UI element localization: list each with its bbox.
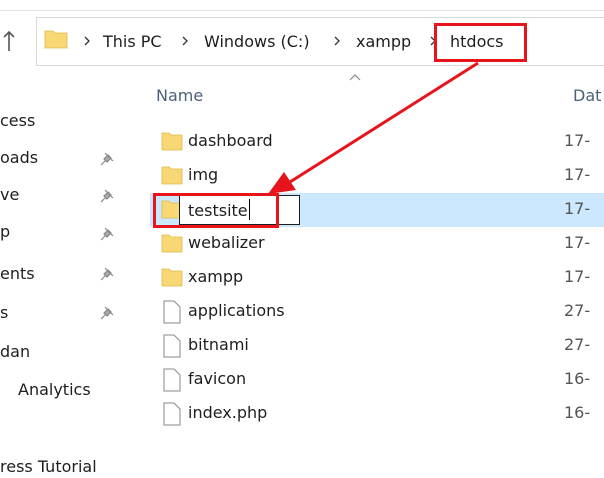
sidebar-item-tutorial[interactable]: ress Tutorial — [0, 457, 97, 478]
chevron-right-icon — [334, 36, 340, 46]
sidebar-item-quick-access[interactable]: cess — [0, 111, 35, 135]
file-name: index.php — [188, 403, 268, 422]
file-date: 17- — [564, 165, 591, 184]
list-item[interactable]: dashboard 17- — [150, 125, 604, 159]
file-name: applications — [188, 301, 285, 320]
chevron-right-icon — [84, 36, 90, 46]
folder-icon — [44, 30, 68, 49]
file-date: 17- — [564, 267, 591, 286]
folder-icon — [161, 166, 183, 185]
column-header-name[interactable]: Name — [156, 86, 203, 105]
file-name: bitnami — [188, 335, 249, 354]
pin-icon — [100, 267, 114, 281]
list-item[interactable]: applications 27- — [150, 295, 604, 329]
sidebar-item-drive[interactable]: ve — [0, 185, 19, 209]
chevron-right-icon — [182, 36, 188, 46]
file-icon — [163, 402, 181, 426]
list-item[interactable]: favicon 16- — [150, 363, 604, 397]
sidebar-item-documents[interactable]: ents — [0, 264, 35, 288]
sidebar-item-downloads[interactable]: oads — [0, 148, 38, 172]
file-date: 16- — [564, 403, 591, 422]
list-item[interactable]: img 17- — [150, 159, 604, 193]
breadcrumb-xampp[interactable]: xampp — [356, 32, 411, 51]
file-date: 17- — [564, 131, 591, 150]
folder-icon — [161, 234, 183, 253]
sidebar-item-pictures[interactable]: s — [0, 303, 8, 327]
file-date: 17- — [564, 199, 591, 218]
pin-icon — [100, 189, 114, 203]
pin-icon — [100, 227, 114, 241]
file-date: 17- — [564, 233, 591, 252]
pin-icon — [100, 152, 114, 166]
sidebar-item-desktop[interactable]: p — [0, 222, 10, 246]
file-date: 16- — [564, 369, 591, 388]
file-name: img — [188, 165, 219, 184]
file-icon — [163, 368, 181, 392]
column-header-date[interactable]: Dat — [573, 86, 601, 105]
file-date: 27- — [564, 335, 591, 354]
sort-ascending-icon — [349, 74, 361, 81]
sidebar-item-folder-dan[interactable]: dan — [0, 342, 30, 366]
file-name: dashboard — [188, 131, 273, 150]
file-icon — [163, 300, 181, 324]
breadcrumb-this-pc[interactable]: This PC — [103, 32, 162, 51]
file-date: 27- — [564, 301, 591, 320]
file-name: favicon — [188, 369, 247, 388]
htdocs-highlight — [434, 23, 527, 62]
list-item[interactable]: bitnami 27- — [150, 329, 604, 363]
list-item[interactable]: webalizer 17- — [150, 227, 604, 261]
file-name: xampp — [188, 267, 244, 286]
folder-icon — [161, 268, 183, 287]
file-icon — [163, 334, 181, 358]
list-item[interactable]: index.php 16- — [150, 397, 604, 431]
up-arrow-icon[interactable] — [2, 30, 16, 52]
pin-icon — [100, 306, 114, 320]
folder-icon — [161, 132, 183, 151]
sidebar-item-analytics[interactable]: Analytics — [18, 380, 91, 404]
breadcrumb-windows-c[interactable]: Windows (C:) — [204, 32, 310, 51]
file-name: webalizer — [188, 233, 265, 252]
testsite-highlight — [153, 193, 279, 228]
top-divider — [0, 10, 604, 11]
list-item[interactable]: xampp 17- — [150, 261, 604, 295]
